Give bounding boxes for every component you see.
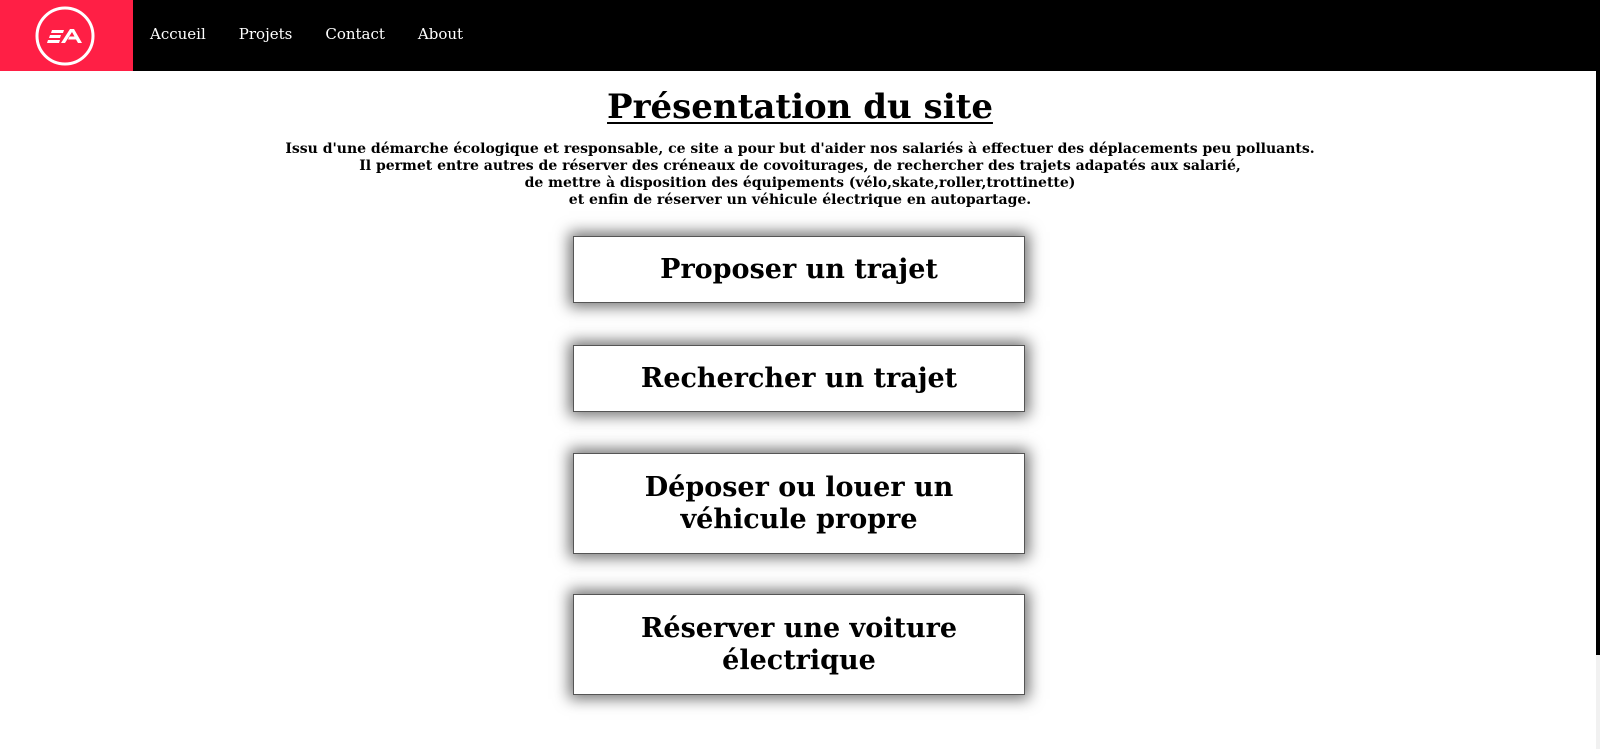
logo-link[interactable] xyxy=(0,0,133,71)
navbar: Accueil Projets Contact About xyxy=(0,0,1600,71)
ea-logo-icon xyxy=(35,6,95,66)
nav-link-projets[interactable]: Projets xyxy=(239,25,293,43)
intro-line: et enfin de réserver un véhicule électri… xyxy=(568,192,1032,208)
intro-line: de mettre à disposition des équipements … xyxy=(524,175,1076,191)
main-content: Présentation du site Issu d'une démarche… xyxy=(0,71,1600,209)
intro-paragraph: Issu d'une démarche écologique et respon… xyxy=(0,141,1600,209)
page-title: Présentation du site xyxy=(607,87,993,127)
nav-link-about[interactable]: About xyxy=(418,25,463,43)
search-trip-button[interactable]: Rechercher un trajet xyxy=(573,345,1025,412)
deposit-rent-vehicle-button[interactable]: Déposer ou louer un véhicule propre xyxy=(573,453,1025,554)
nav-link-contact[interactable]: Contact xyxy=(325,25,385,43)
propose-trip-button[interactable]: Proposer un trajet xyxy=(573,236,1025,303)
main-nav: Accueil Projets Contact About xyxy=(150,0,496,68)
reserve-electric-car-button[interactable]: Réserver une voiture électrique xyxy=(573,594,1025,695)
intro-line: Issu d'une démarche écologique et respon… xyxy=(285,141,1315,157)
nav-link-accueil[interactable]: Accueil xyxy=(150,25,206,43)
intro-line: Il permet entre autres de réserver des c… xyxy=(359,158,1241,174)
page: Accueil Projets Contact About Présentati… xyxy=(0,0,1600,749)
